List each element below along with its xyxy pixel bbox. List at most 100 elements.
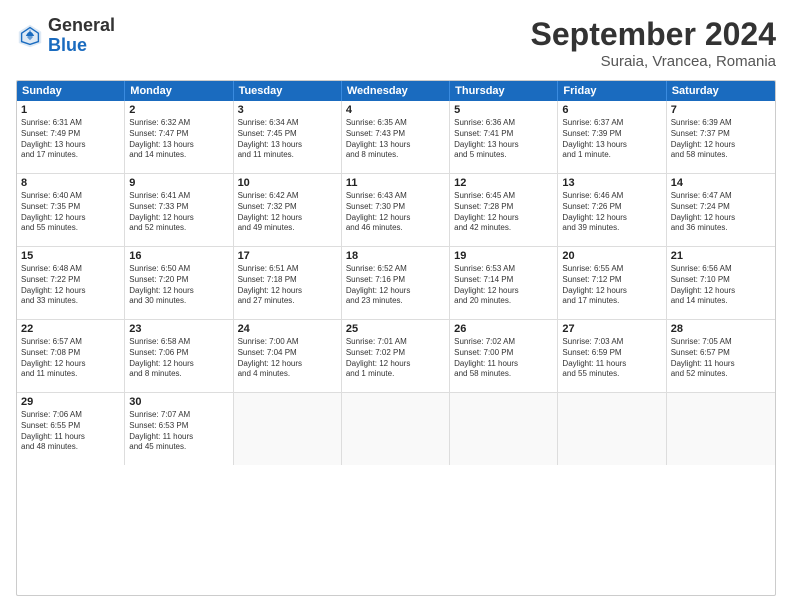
cell-info-line: Sunrise: 7:01 AM — [346, 337, 445, 348]
cell-info-line: Sunset: 7:45 PM — [238, 129, 337, 140]
cell-info-line: Sunset: 7:22 PM — [21, 275, 120, 286]
cell-info-line: and 33 minutes. — [21, 296, 120, 307]
cell-info-line: Sunrise: 6:48 AM — [21, 264, 120, 275]
logo-text: General Blue — [48, 16, 115, 56]
cell-info-line: Daylight: 11 hours — [562, 359, 661, 370]
cal-cell-1-5: 13Sunrise: 6:46 AMSunset: 7:26 PMDayligh… — [558, 174, 666, 246]
cell-info-line: Daylight: 12 hours — [671, 213, 771, 224]
cal-row-2: 15 Sunrise: 6:48 AMSunset: 7:22 PM Dayligh… — [17, 247, 775, 320]
day-number: 2 — [129, 104, 228, 116]
logo-blue: Blue — [48, 36, 115, 56]
day-number: 10 — [238, 177, 337, 189]
day-number: 21 — [671, 250, 771, 262]
day-number: 4 — [346, 104, 445, 116]
cell-info-line: Sunset: 7:37 PM — [671, 129, 771, 140]
day-number: 15 — [21, 250, 120, 262]
day-number: 23 — [129, 323, 228, 335]
calendar: Sunday Monday Tuesday Wednesday Thursday… — [16, 80, 776, 596]
cell-info-line: and 17 minutes. — [562, 296, 661, 307]
cell-info-line: Sunrise: 6:31 AM — [21, 118, 120, 129]
cell-info-line: Daylight: 12 hours — [21, 359, 120, 370]
cell-info-line: and 14 minutes. — [129, 150, 228, 161]
cell-info-line: and 52 minutes. — [129, 223, 228, 234]
month-year: September 2024 — [531, 16, 776, 53]
cell-info-line: Daylight: 12 hours — [562, 213, 661, 224]
cal-cell-2-3: 18Sunrise: 6:52 AMSunset: 7:16 PMDayligh… — [342, 247, 450, 319]
cell-info-line: Daylight: 12 hours — [454, 213, 553, 224]
cell-info-line: and 55 minutes. — [21, 223, 120, 234]
cell-info-line: Sunset: 7:26 PM — [562, 202, 661, 213]
day-number: 22 — [21, 323, 120, 335]
cell-info-line: Sunset: 7:32 PM — [238, 202, 337, 213]
cell-info-line: Sunset: 7:47 PM — [129, 129, 228, 140]
cell-info-line: and 48 minutes. — [21, 442, 120, 453]
cell-info-line: Daylight: 12 hours — [129, 359, 228, 370]
cell-info-line: Sunset: 7:24 PM — [671, 202, 771, 213]
location: Suraia, Vrancea, Romania — [531, 53, 776, 70]
cell-info-line: Daylight: 11 hours — [671, 359, 771, 370]
cal-cell-0-1: 2 Sunrise: 6:32 AMSunset: 7:47 PMDaylight… — [125, 101, 233, 173]
day-number: 18 — [346, 250, 445, 262]
cell-info-line: Sunrise: 6:32 AM — [129, 118, 228, 129]
cell-info-line: and 17 minutes. — [21, 150, 120, 161]
day-number: 7 — [671, 104, 771, 116]
cal-cell-4-1: 30Sunrise: 7:07 AMSunset: 6:53 PMDayligh… — [125, 393, 233, 465]
day-number: 3 — [238, 104, 337, 116]
day-number: 13 — [562, 177, 661, 189]
cell-info-line: and 42 minutes. — [454, 223, 553, 234]
cal-row-0: 1Sunrise: 6:31 AMSunset: 7:49 PMDaylight… — [17, 101, 775, 174]
header-sunday: Sunday — [17, 81, 125, 101]
cell-info-line: Sunset: 6:53 PM — [129, 421, 228, 432]
cal-cell-2-5: 20Sunrise: 6:55 AMSunset: 7:12 PMDayligh… — [558, 247, 666, 319]
cell-info-line: Sunset: 7:41 PM — [454, 129, 553, 140]
header-thursday: Thursday — [450, 81, 558, 101]
calendar-body: 1Sunrise: 6:31 AMSunset: 7:49 PMDaylight… — [17, 101, 775, 465]
cell-info-line: Daylight: 12 hours — [346, 359, 445, 370]
cal-cell-0-0: 1Sunrise: 6:31 AMSunset: 7:49 PMDaylight… — [17, 101, 125, 173]
cell-info-line: Sunset: 7:04 PM — [238, 348, 337, 359]
cell-info-line: Daylight: 13 hours — [21, 140, 120, 151]
cell-info-line: Sunset: 7:00 PM — [454, 348, 553, 359]
cal-cell-0-5: 6Sunrise: 6:37 AMSunset: 7:39 PMDaylight… — [558, 101, 666, 173]
header: General Blue September 2024 Suraia, Vran… — [16, 16, 776, 70]
cell-info-line: Sunset: 7:20 PM — [129, 275, 228, 286]
cell-info-line: Sunrise: 7:06 AM — [21, 410, 120, 421]
cal-cell-4-0: 29Sunrise: 7:06 AMSunset: 6:55 PMDayligh… — [17, 393, 125, 465]
cell-info-line: and 55 minutes. — [562, 369, 661, 380]
cell-info-line: Sunset: 7:08 PM — [21, 348, 120, 359]
cell-info-line: Daylight: 12 hours — [238, 359, 337, 370]
day-number: 30 — [129, 396, 228, 408]
cal-cell-2-2: 17Sunrise: 6:51 AMSunset: 7:18 PMDayligh… — [234, 247, 342, 319]
cell-info-line: Sunset: 7:14 PM — [454, 275, 553, 286]
cell-info-line: Daylight: 13 hours — [454, 140, 553, 151]
cal-cell-1-1: 9Sunrise: 6:41 AMSunset: 7:33 PMDaylight… — [125, 174, 233, 246]
cell-info-line: Daylight: 12 hours — [129, 286, 228, 297]
logo-general: General — [48, 16, 115, 36]
cal-cell-4-2 — [234, 393, 342, 465]
cell-info-line: and 23 minutes. — [346, 296, 445, 307]
day-number: 24 — [238, 323, 337, 335]
cell-info-line: Sunset: 6:59 PM — [562, 348, 661, 359]
cell-info-line: Sunrise: 6:45 AM — [454, 191, 553, 202]
cal-cell-0-3: 4Sunrise: 6:35 AMSunset: 7:43 PMDaylight… — [342, 101, 450, 173]
cell-info-line: and 5 minutes. — [454, 150, 553, 161]
cell-info-line: and 1 minute. — [346, 369, 445, 380]
cell-info-line: Sunrise: 6:42 AM — [238, 191, 337, 202]
cal-row-4: 29Sunrise: 7:06 AMSunset: 6:55 PMDayligh… — [17, 393, 775, 465]
cell-info-line: Sunrise: 6:55 AM — [562, 264, 661, 275]
cal-cell-0-2: 3Sunrise: 6:34 AMSunset: 7:45 PMDaylight… — [234, 101, 342, 173]
day-number: 20 — [562, 250, 661, 262]
header-saturday: Saturday — [667, 81, 775, 101]
cell-info-line: Daylight: 11 hours — [21, 432, 120, 443]
cal-cell-1-0: 8Sunrise: 6:40 AMSunset: 7:35 PMDaylight… — [17, 174, 125, 246]
day-number: 14 — [671, 177, 771, 189]
cell-info-line: and 52 minutes. — [671, 369, 771, 380]
cell-info-line: Daylight: 13 hours — [129, 140, 228, 151]
day-number: 12 — [454, 177, 553, 189]
calendar-header: Sunday Monday Tuesday Wednesday Thursday… — [17, 81, 775, 101]
cal-cell-4-6 — [667, 393, 775, 465]
cell-info-line: Sunset: 7:10 PM — [671, 275, 771, 286]
day-number: 29 — [21, 396, 120, 408]
cell-info-line: Daylight: 12 hours — [346, 213, 445, 224]
cell-info-line: Sunrise: 6:58 AM — [129, 337, 228, 348]
